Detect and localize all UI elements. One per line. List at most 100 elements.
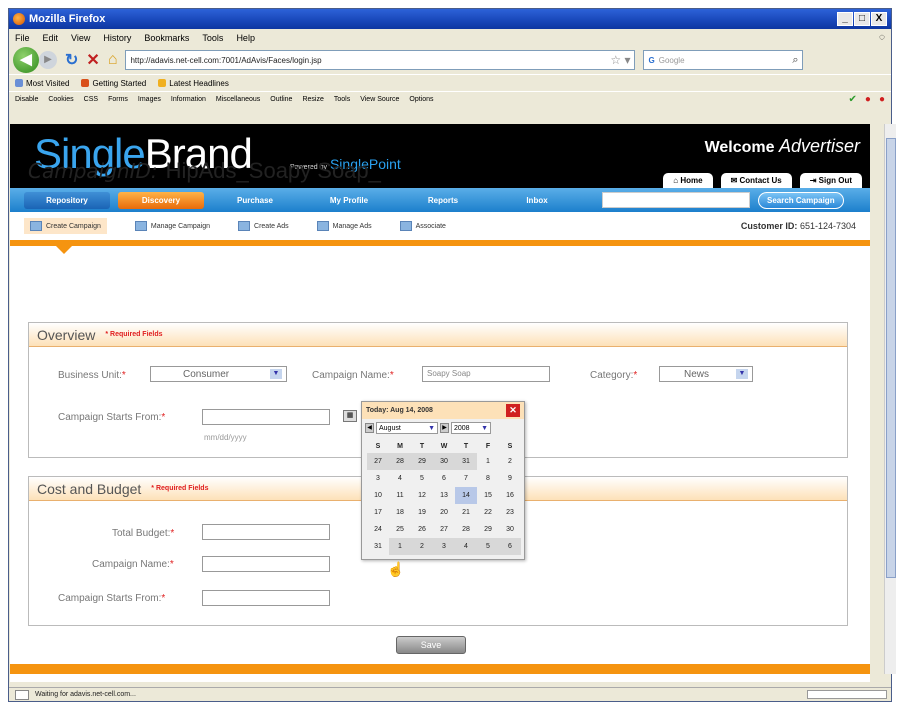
calendar-day[interactable]: 6	[499, 538, 521, 555]
nav-inbox[interactable]: Inbox	[494, 192, 580, 209]
reload-icon[interactable]: ↻	[65, 50, 78, 70]
dev-miscellaneous[interactable]: Miscellaneous	[216, 96, 260, 103]
dev-cookies[interactable]: Cookies	[48, 96, 73, 103]
menu-file[interactable]: File	[15, 33, 30, 43]
home-icon[interactable]: ⌂	[108, 51, 118, 69]
calendar-icon[interactable]: ▦	[343, 410, 357, 422]
nav-repository[interactable]: Repository	[24, 191, 110, 209]
dev-view-source[interactable]: View Source	[360, 96, 399, 103]
dev-images[interactable]: Images	[138, 96, 161, 103]
home-tab[interactable]: ⌂ Home	[663, 173, 713, 188]
contact-us-tab[interactable]: ✉ Contact Us	[720, 173, 792, 188]
search-engine-icon[interactable]: G	[648, 56, 654, 65]
calendar-day[interactable]: 25	[389, 521, 411, 538]
calendar-day[interactable]: 11	[389, 487, 411, 504]
calendar-day[interactable]: 30	[499, 521, 521, 538]
close-icon[interactable]: ✕	[506, 404, 520, 417]
calendar-day-today[interactable]: 14	[455, 487, 477, 504]
calendar-day[interactable]: 26	[411, 521, 433, 538]
calendar-day[interactable]: 5	[411, 470, 433, 487]
bookmark-latest-headlines[interactable]: Latest Headlines	[158, 79, 229, 88]
calendar-day[interactable]: 2	[411, 538, 433, 555]
calendar-day[interactable]: 28	[389, 453, 411, 470]
category-select[interactable]: News ▼	[659, 366, 753, 382]
calendar-day[interactable]: 18	[389, 504, 411, 521]
calendar-day[interactable]: 23	[499, 504, 521, 521]
dev-options[interactable]: Options	[409, 96, 433, 103]
subnav-manage-ads[interactable]: Manage Ads	[316, 221, 372, 231]
calendar-day[interactable]: 13	[433, 487, 455, 504]
url-bar[interactable]: http://adavis.net-cell.com:7001/AdAvis/F…	[125, 50, 636, 70]
sign-out-tab[interactable]: ⇥ Sign Out	[799, 173, 862, 188]
prev-month-button[interactable]: ◀	[365, 423, 374, 433]
dev-forms[interactable]: Forms	[108, 96, 128, 103]
forward-button[interactable]: ▶	[39, 51, 57, 69]
calendar-day[interactable]: 17	[367, 504, 389, 521]
back-button[interactable]: ◀	[13, 47, 39, 73]
save-button[interactable]: Save	[396, 636, 466, 654]
scrollbar-thumb[interactable]	[886, 138, 896, 578]
calendar-day[interactable]: 16	[499, 487, 521, 504]
total-budget-field[interactable]	[202, 524, 330, 540]
menu-help[interactable]: Help	[236, 33, 255, 43]
maximize-button[interactable]: □	[854, 12, 870, 26]
calendar-day[interactable]: 1	[389, 538, 411, 555]
calendar-day[interactable]: 5	[477, 538, 499, 555]
calendar-day[interactable]: 12	[411, 487, 433, 504]
menu-view[interactable]: View	[71, 33, 90, 43]
calendar-day[interactable]: 31	[455, 453, 477, 470]
calendar-day[interactable]: 19	[411, 504, 433, 521]
campaign-search-input[interactable]	[602, 192, 750, 208]
nav-reports[interactable]: Reports	[400, 192, 486, 209]
calendar-day[interactable]: 4	[455, 538, 477, 555]
calendar-day[interactable]: 4	[389, 470, 411, 487]
vertical-scrollbar[interactable]	[884, 124, 896, 674]
bookmark-getting-started[interactable]: Getting Started	[81, 79, 146, 88]
dev-tools[interactable]: Tools	[334, 96, 350, 103]
business-unit-select[interactable]: Consumer ▼	[150, 366, 287, 382]
subnav-create-campaign[interactable]: Create Campaign	[24, 218, 107, 234]
dev-information[interactable]: Information	[171, 96, 206, 103]
calendar-day[interactable]: 31	[367, 538, 389, 555]
calendar-day[interactable]: 27	[367, 453, 389, 470]
dev-css[interactable]: CSS	[84, 96, 98, 103]
calendar-day[interactable]: 10	[367, 487, 389, 504]
year-select[interactable]: 2008 ▼	[451, 422, 491, 434]
bookmark-most-visited[interactable]: Most Visited	[15, 79, 69, 88]
calendar-day[interactable]: 24	[367, 521, 389, 538]
calendar-day[interactable]: 29	[411, 453, 433, 470]
dev-outline[interactable]: Outline	[270, 96, 292, 103]
subnav-manage-campaign[interactable]: Manage Campaign	[134, 221, 210, 231]
calendar-day[interactable]: 20	[433, 504, 455, 521]
calendar-day[interactable]: 1	[477, 453, 499, 470]
calendar-day[interactable]: 7	[455, 470, 477, 487]
calendar-day[interactable]: 6	[433, 470, 455, 487]
calendar-day[interactable]: 2	[499, 453, 521, 470]
next-month-button[interactable]: ▶	[440, 423, 449, 433]
nav-my-profile[interactable]: My Profile	[306, 192, 392, 209]
month-select[interactable]: August ▼	[376, 422, 438, 434]
campaign-name-field[interactable]: Soapy Soap	[422, 366, 550, 382]
web-search-box[interactable]: G Google ⌕	[643, 50, 804, 70]
calendar-day[interactable]: 3	[367, 470, 389, 487]
calendar-day[interactable]: 22	[477, 504, 499, 521]
calendar-day[interactable]: 29	[477, 521, 499, 538]
calendar-day[interactable]: 30	[433, 453, 455, 470]
nav-purchase[interactable]: Purchase	[212, 192, 298, 209]
calendar-day[interactable]: 8	[477, 470, 499, 487]
calendar-day[interactable]: 3	[433, 538, 455, 555]
menu-tools[interactable]: Tools	[202, 33, 223, 43]
minimize-button[interactable]: _	[837, 12, 853, 26]
stop-icon[interactable]: ✕	[86, 50, 99, 70]
subnav-associate[interactable]: Associate	[399, 221, 446, 231]
menu-bookmarks[interactable]: Bookmarks	[144, 33, 189, 43]
search-icon[interactable]: ⌕	[792, 54, 798, 67]
calendar-day[interactable]: 9	[499, 470, 521, 487]
calendar-day[interactable]: 28	[455, 521, 477, 538]
dev-resize[interactable]: Resize	[302, 96, 323, 103]
subnav-create-ads[interactable]: Create Ads	[238, 221, 289, 231]
calendar-day[interactable]: 21	[455, 504, 477, 521]
nav-discovery[interactable]: Discovery	[118, 191, 204, 209]
start-date-field[interactable]	[202, 409, 330, 425]
bookmark-star-icon[interactable]: ☆ ▾	[610, 53, 630, 67]
